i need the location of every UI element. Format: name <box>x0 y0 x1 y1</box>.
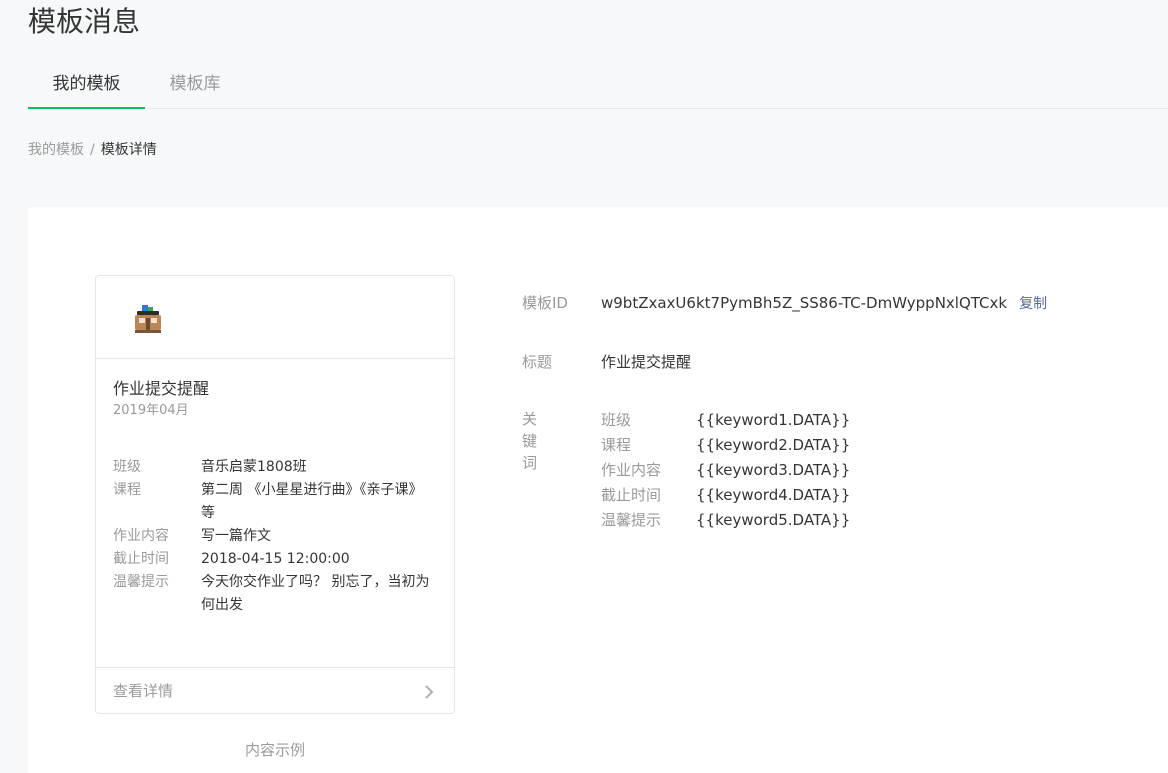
keyword-row: 班级 {{keyword1.DATA}} <box>601 408 850 433</box>
card-field-key: 课程 <box>113 482 141 498</box>
keyword-name: 班级 <box>601 411 632 429</box>
card-date: 2019年04月 <box>113 403 189 418</box>
breadcrumb-my-templates[interactable]: 我的模板 <box>28 142 84 158</box>
card-header <box>96 276 454 359</box>
template-id-label: 模板ID <box>522 294 568 312</box>
keyword-value: {{keyword2.DATA}} <box>696 436 851 454</box>
template-detail-panel: 作业提交提醒 2019年04月 班级 音乐启蒙1808班 课程 第二周 《小星星… <box>28 207 1168 773</box>
card-field-value: 第二周 《小星星进行曲》《亲子课》等 <box>201 482 423 521</box>
template-id-value: w9btZxaxU6kt7PymBh5Z_SS86-TC-DmWyppNxlQT… <box>601 294 1008 312</box>
keyword-row: 温馨提示 {{keyword5.DATA}} <box>601 508 850 533</box>
card-field-value: 今天你交作业了吗？ 别忘了，当初为何出发 <box>201 574 430 613</box>
content-sample-caption: 内容示例 <box>244 741 305 759</box>
keyword-row: 截止时间 {{keyword4.DATA}} <box>601 483 850 508</box>
breadcrumb: 我的模板 / 模板详情 <box>28 139 157 161</box>
template-title-value: 作业提交提醒 <box>601 353 692 371</box>
card-field-key: 温馨提示 <box>113 574 169 590</box>
message-preview-card: 作业提交提醒 2019年04月 班级 音乐启蒙1808班 课程 第二周 《小星星… <box>95 275 455 714</box>
keyword-value: {{keyword3.DATA}} <box>696 461 851 479</box>
keyword-value: {{keyword5.DATA}} <box>696 511 851 529</box>
card-field-row: 温馨提示 今天你交作业了吗？ 别忘了，当初为何出发 <box>113 571 433 617</box>
keyword-value: {{keyword1.DATA}} <box>696 411 851 429</box>
card-field-key: 班级 <box>113 459 141 475</box>
keyword-name: 作业内容 <box>601 461 662 479</box>
tab-my-templates[interactable]: 我的模板 <box>28 62 145 109</box>
card-field-key: 截止时间 <box>113 551 169 567</box>
chevron-right-icon <box>425 685 434 699</box>
keyword-name: 温馨提示 <box>601 511 662 529</box>
breadcrumb-current: 模板详情 <box>100 142 157 158</box>
keyword-list: 班级 {{keyword1.DATA}} 课程 {{keyword2.DATA}… <box>601 408 850 533</box>
card-field-row: 作业内容 写一篇作文 <box>113 525 433 548</box>
keyword-row: 课程 {{keyword2.DATA}} <box>601 433 850 458</box>
keyword-value: {{keyword4.DATA}} <box>696 486 851 504</box>
view-details-label: 查看详情 <box>113 682 174 700</box>
keywords-label: 关键词 <box>522 410 538 472</box>
card-field-row: 截止时间 2018-04-15 12:00:00 <box>113 548 433 571</box>
tab-template-library[interactable]: 模板库 <box>145 62 245 109</box>
card-field-value: 2018-04-15 12:00:00 <box>201 551 350 567</box>
card-field-row: 班级 音乐启蒙1808班 <box>113 456 433 479</box>
card-field-key: 作业内容 <box>113 528 169 544</box>
keyword-name: 截止时间 <box>601 486 662 504</box>
card-field-row: 课程 第二周 《小星星进行曲》《亲子课》等 <box>113 479 433 525</box>
card-field-value: 写一篇作文 <box>201 528 271 544</box>
template-id-value-wrap: w9btZxaxU6kt7PymBh5Z_SS86-TC-DmWyppNxlQT… <box>601 292 1047 315</box>
view-details-link[interactable]: 查看详情 <box>96 667 454 713</box>
page-title: 模板消息 <box>28 5 141 38</box>
tab-bar: 我的模板 模板库 <box>28 62 1168 109</box>
copy-button[interactable]: 复制 <box>1019 296 1047 312</box>
breadcrumb-separator: / <box>90 142 95 158</box>
app-logo-icon <box>135 305 161 333</box>
keyword-row: 作业内容 {{keyword3.DATA}} <box>601 458 850 483</box>
card-title: 作业提交提醒 <box>113 379 210 398</box>
card-field-value: 音乐启蒙1808班 <box>201 459 307 475</box>
card-fields: 班级 音乐启蒙1808班 课程 第二周 《小星星进行曲》《亲子课》等 作业内容 … <box>113 456 433 617</box>
keyword-name: 课程 <box>601 436 632 454</box>
template-title-label: 标题 <box>522 353 553 371</box>
